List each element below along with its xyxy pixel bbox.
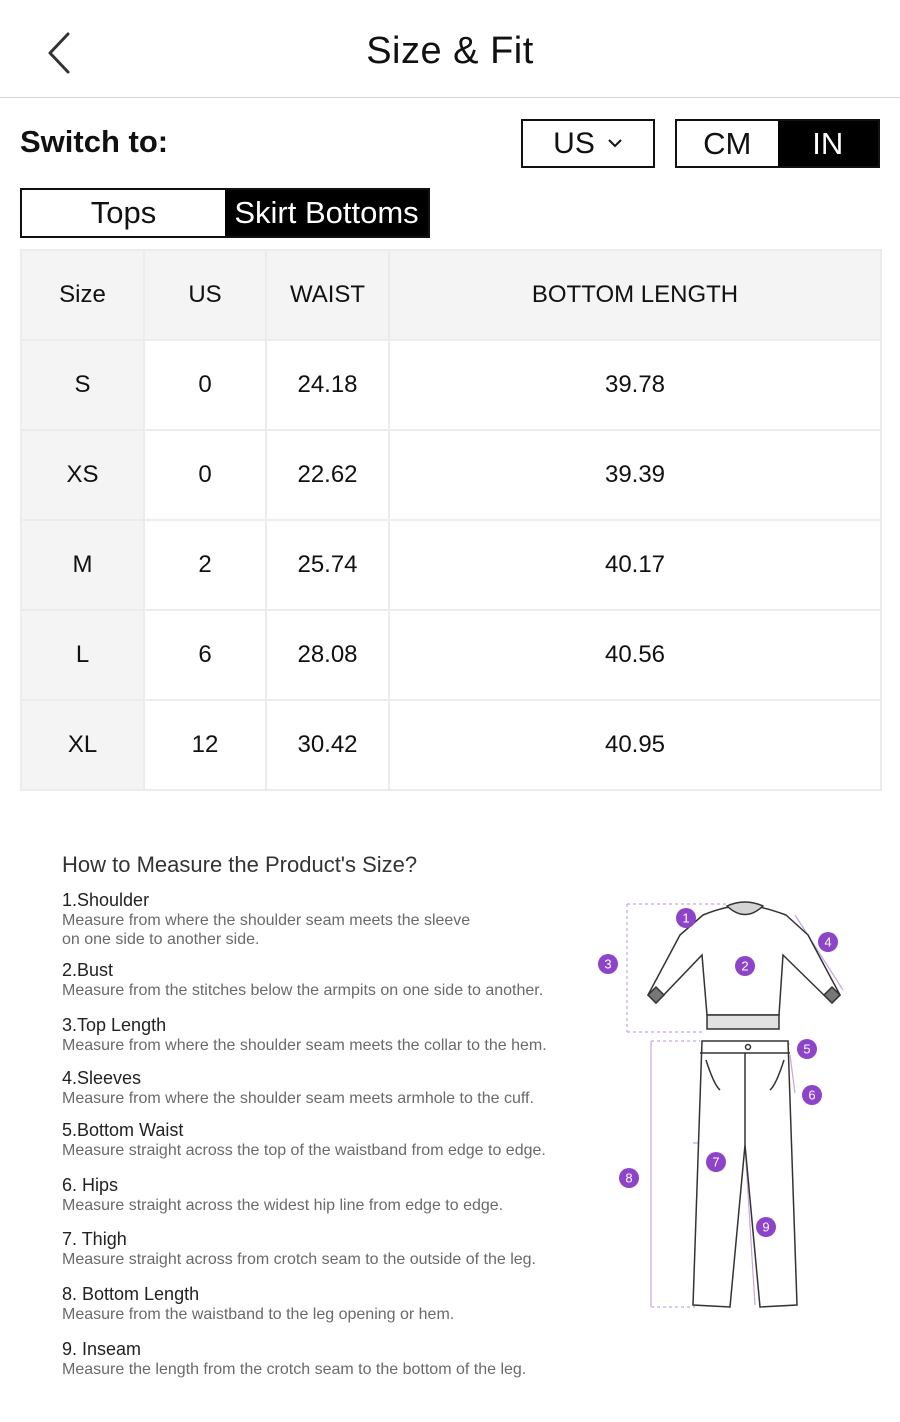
length-cell: 40.17	[388, 519, 882, 611]
measure-desc: Measure straight across from crotch seam…	[62, 1251, 536, 1268]
measure-name: 2.Bust	[62, 960, 114, 980]
measure-desc: Measure straight across the top of the w…	[62, 1142, 546, 1159]
measure-name: 9. Inseam	[62, 1339, 142, 1359]
table-row: M 2 25.74 40.17	[20, 519, 882, 611]
us-cell: 2	[143, 519, 267, 611]
measure-desc: on one side to another side.	[62, 931, 260, 948]
marker-2: 2	[735, 956, 755, 976]
marker-label: 2	[741, 959, 748, 974]
measure-name: 3.Top Length	[62, 1015, 167, 1035]
marker-label: 1	[682, 911, 689, 926]
measure-desc: Measure straight across the widest hip l…	[62, 1197, 504, 1214]
measure-item: 3.Top Length Measure from where the shou…	[62, 1015, 602, 1055]
column-header: US	[143, 249, 267, 341]
unit-toggle: CM IN	[675, 119, 880, 168]
measure-name: 4.Sleeves	[62, 1068, 142, 1088]
table-row: XS 0 22.62 39.39	[20, 429, 882, 521]
size-cell: S	[20, 339, 145, 431]
tab-skirt-bottoms[interactable]: Skirt Bottoms	[225, 190, 428, 236]
measure-item: 5.Bottom Waist Measure straight across t…	[62, 1120, 602, 1160]
length-cell: 39.39	[388, 429, 882, 521]
size-cell: L	[20, 609, 145, 701]
measure-item: 1.Shoulder Measure from where the should…	[62, 890, 602, 949]
region-select[interactable]: US	[521, 119, 655, 168]
measure-name: 8. Bottom Length	[62, 1284, 200, 1304]
size-cell: M	[20, 519, 145, 611]
marker-label: 5	[803, 1042, 810, 1057]
table-row: XL 12 30.42 40.95	[20, 699, 882, 791]
chevron-down-icon	[608, 138, 622, 147]
marker-3: 3	[598, 954, 618, 974]
tab-tops[interactable]: Tops	[22, 190, 225, 236]
measure-name: 5.Bottom Waist	[62, 1120, 184, 1140]
region-selected-value: US	[553, 126, 595, 160]
size-cell: XL	[20, 699, 145, 791]
measure-desc: Measure from where the shoulder seam mee…	[62, 912, 471, 929]
pants-icon	[692, 1040, 798, 1308]
marker-label: 7	[712, 1155, 719, 1170]
marker-6: 6	[802, 1085, 822, 1105]
category-tabs: Tops Skirt Bottoms	[20, 188, 430, 238]
table-header-row: Size US WAIST BOTTOM LENGTH	[20, 249, 882, 341]
marker-label: 3	[604, 957, 611, 972]
table-row: L 6 28.08 40.56	[20, 609, 882, 701]
measure-name: 7. Thigh	[62, 1229, 127, 1249]
marker-label: 4	[824, 935, 831, 950]
unit-option-in[interactable]: IN	[777, 121, 878, 166]
waist-cell: 25.74	[265, 519, 390, 611]
size-table: Size US WAIST BOTTOM LENGTH S 0 24.18 39…	[20, 249, 882, 791]
us-cell: 12	[143, 699, 267, 791]
measure-desc: Measure from the stitches below the armp…	[62, 982, 544, 999]
column-header: Size	[20, 249, 145, 341]
column-header: WAIST	[265, 249, 390, 341]
page-title: Size & Fit	[366, 30, 534, 72]
marker-label: 8	[625, 1171, 632, 1186]
measure-item: 9. Inseam Measure the length from the cr…	[62, 1339, 602, 1379]
column-header: BOTTOM LENGTH	[388, 249, 882, 341]
measure-desc: Measure from where the shoulder seam mee…	[62, 1090, 534, 1107]
measure-title: How to Measure the Product's Size?	[62, 852, 418, 877]
marker-4: 4	[818, 932, 838, 952]
measurement-diagram: 1 2 3 4 5 6 7 8 9	[598, 901, 844, 1308]
measure-desc: Measure from the waistband to the leg op…	[62, 1306, 455, 1323]
measure-item: 7. Thigh Measure straight across from cr…	[62, 1229, 602, 1269]
measure-name: 1.Shoulder	[62, 890, 150, 910]
marker-label: 6	[808, 1088, 815, 1103]
waist-cell: 28.08	[265, 609, 390, 701]
marker-5: 5	[797, 1039, 817, 1059]
us-cell: 0	[143, 339, 267, 431]
measure-item: 6. Hips Measure straight across the wide…	[62, 1175, 602, 1215]
us-cell: 0	[143, 429, 267, 521]
marker-label: 9	[762, 1220, 769, 1235]
table-row: S 0 24.18 39.78	[20, 339, 882, 431]
switch-label: Switch to:	[20, 124, 169, 159]
length-cell: 39.78	[388, 339, 882, 431]
measure-name: 6. Hips	[62, 1175, 119, 1195]
measure-desc: Measure the length from the crotch seam …	[62, 1361, 527, 1378]
waist-cell: 24.18	[265, 339, 390, 431]
us-cell: 6	[143, 609, 267, 701]
length-cell: 40.56	[388, 609, 882, 701]
unit-option-cm[interactable]: CM	[677, 121, 778, 166]
measure-item: 2.Bust Measure from the stitches below t…	[62, 960, 602, 1000]
measure-desc: Measure from where the shoulder seam mee…	[62, 1037, 547, 1054]
marker-9: 9	[756, 1217, 776, 1237]
size-cell: XS	[20, 429, 145, 521]
measure-item: 4.Sleeves Measure from where the shoulde…	[62, 1068, 602, 1108]
length-cell: 40.95	[388, 699, 882, 791]
marker-1: 1	[676, 908, 696, 928]
marker-8: 8	[619, 1168, 639, 1188]
measure-item: 8. Bottom Length Measure from the waistb…	[62, 1284, 602, 1324]
marker-7: 7	[706, 1152, 726, 1172]
waist-cell: 30.42	[265, 699, 390, 791]
header-bar: Size & Fit	[0, 0, 900, 98]
waist-cell: 22.62	[265, 429, 390, 521]
